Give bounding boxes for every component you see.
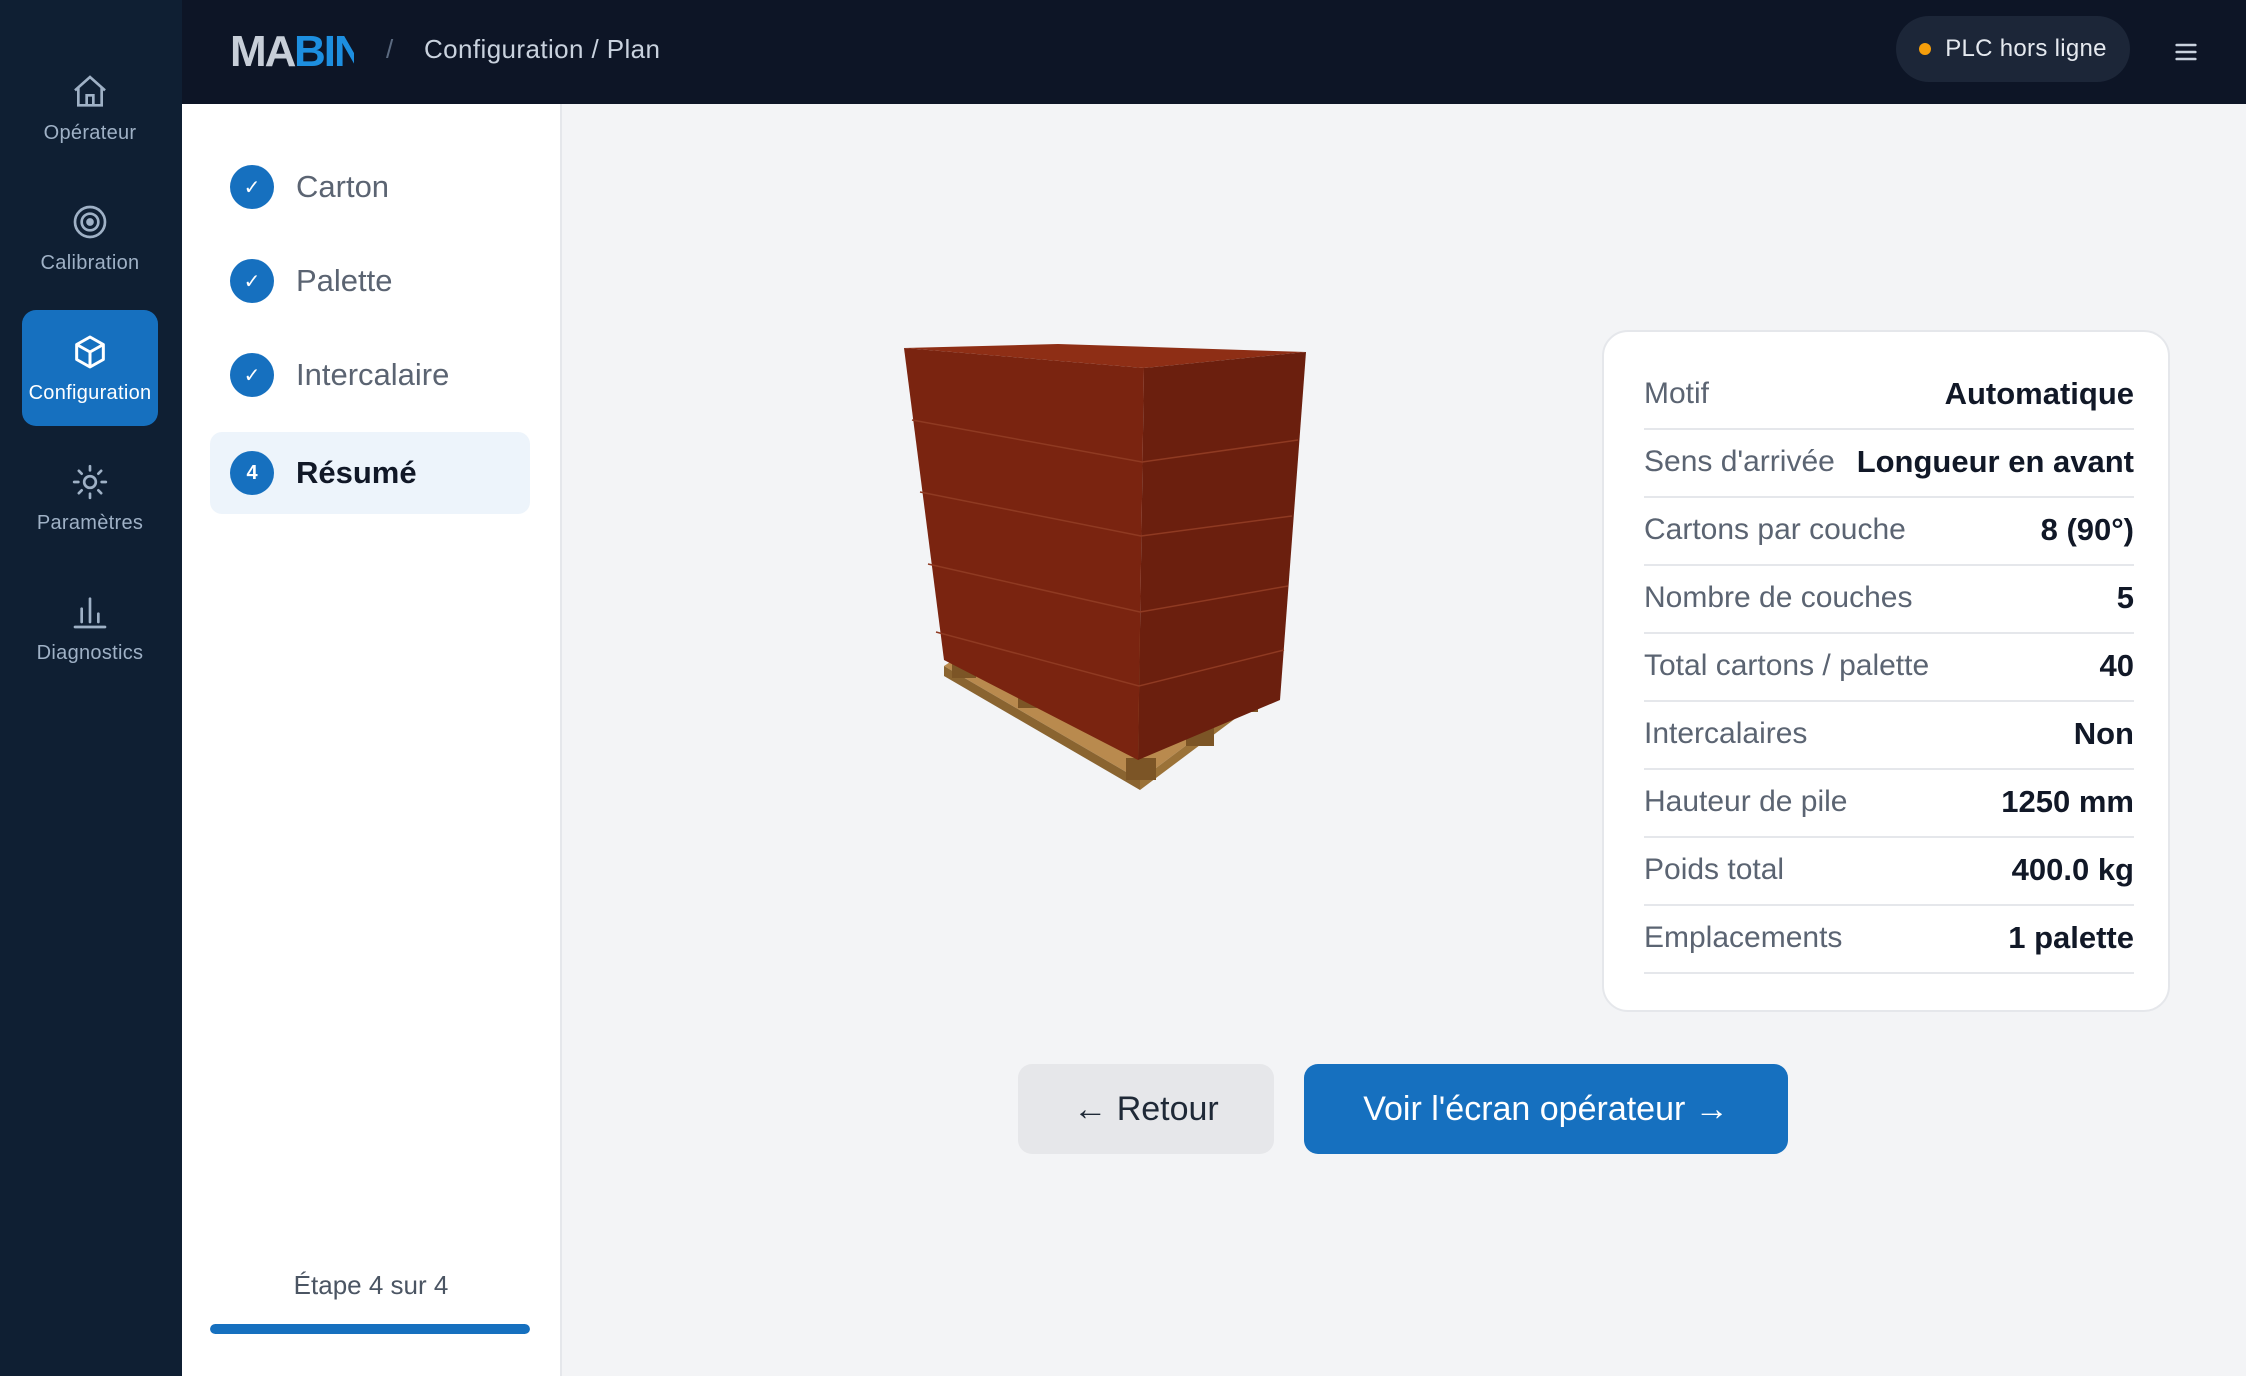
summary-key: Cartons par couche <box>1644 513 1906 546</box>
breadcrumb-separator: / <box>386 34 394 64</box>
progress-bar <box>210 1324 530 1334</box>
summary-value: 400.0 kg <box>2011 852 2134 887</box>
check-icon: ✓ <box>230 353 274 397</box>
summary-row: Motif Automatique <box>1644 360 2134 430</box>
nav-item-operateur[interactable]: Opérateur <box>22 50 158 166</box>
nav-label: Calibration <box>40 251 140 274</box>
nav-item-calibration[interactable]: Calibration <box>22 180 158 296</box>
summary-key: Emplacements <box>1644 921 1843 954</box>
gear-icon <box>72 464 108 499</box>
step-counter: Étape 4 sur 4 <box>293 1270 449 1300</box>
summary-key: Poids total <box>1644 853 1785 886</box>
plc-status-badge[interactable]: PLC hors ligne <box>1896 16 2130 82</box>
step-resume[interactable]: 4 Résumé <box>210 432 530 514</box>
progress-fill <box>210 1324 530 1334</box>
summary-row: Emplacements 1 palette <box>1644 904 2134 974</box>
summary-value: Non <box>2073 716 2134 751</box>
step-label: Intercalaire <box>296 357 450 392</box>
back-button[interactable]: ← Retour <box>1018 1064 1274 1154</box>
cube-icon <box>75 335 105 368</box>
nav-item-parametres[interactable]: Paramètres <box>22 440 158 556</box>
summary-key: Intercalaires <box>1644 717 1808 750</box>
plc-status-label: PLC hors ligne <box>1945 35 2107 62</box>
summary-key: Nombre de couches <box>1644 581 1913 614</box>
summary-row: Nombre de couches 5 <box>1644 564 2134 634</box>
step-palette[interactable]: ✓ Palette <box>210 240 530 322</box>
svg-text:MA: MA <box>230 27 296 74</box>
target-icon <box>73 205 107 238</box>
svg-text:BIN: BIN <box>294 27 354 74</box>
summary-row: Hauteur de pile 1250 mm <box>1644 768 2134 838</box>
hamburger-menu-icon[interactable] <box>2172 38 2200 66</box>
check-icon: ✓ <box>230 259 274 303</box>
status-dot <box>1919 43 1932 55</box>
mabin-logo: MA BIN <box>230 27 354 74</box>
operator-screen-button[interactable]: Voir l'écran opérateur → <box>1304 1064 1788 1154</box>
summary-value: 1 palette <box>2008 920 2134 955</box>
nav-label: Paramètres <box>36 511 144 534</box>
home-icon <box>74 74 106 107</box>
summary-key: Sens d'arrivée <box>1644 445 1835 478</box>
summary-value: Longueur en avant <box>1856 444 2134 479</box>
pallet-3d-preview <box>904 344 1306 790</box>
summary-value: 5 <box>2116 580 2134 615</box>
side-nav: Opérateur Calibration Configuration Para… <box>0 0 182 1376</box>
stack-front-face <box>904 348 1144 760</box>
step-label: Résumé <box>296 455 417 490</box>
summary-row: Total cartons / palette 40 <box>1644 632 2134 702</box>
step-label: Palette <box>296 263 393 298</box>
summary-row: Cartons par couche 8 (90°) <box>1644 496 2134 566</box>
summary-row: Poids total 400.0 kg <box>1644 836 2134 906</box>
summary-value: 40 <box>2099 648 2134 683</box>
nav-item-diagnostics[interactable]: Diagnostics <box>22 570 158 686</box>
wizard-steps: ✓ Carton ✓ Palette ✓ Intercalaire 4 Résu… <box>182 104 562 1376</box>
summary-value: 1250 mm <box>2001 784 2134 819</box>
nav-label: Opérateur <box>43 121 137 144</box>
nav-item-configuration[interactable]: Configuration <box>22 310 158 426</box>
breadcrumb[interactable]: Configuration / Plan <box>424 34 660 65</box>
summary-row: Intercalaires Non <box>1644 700 2134 770</box>
stack-side-face <box>1138 352 1306 760</box>
summary-key: Total cartons / palette <box>1644 649 1930 682</box>
step-label: Carton <box>296 169 390 204</box>
summary-key: Motif <box>1644 377 1710 410</box>
nav-label: Configuration <box>28 381 152 404</box>
summary-value: 8 (90°) <box>2040 512 2134 547</box>
nav-label: Diagnostics <box>36 641 144 664</box>
summary-key: Hauteur de pile <box>1644 785 1848 818</box>
check-icon: ✓ <box>230 165 274 209</box>
summary-value: Automatique <box>1944 376 2134 411</box>
bar-chart-icon <box>73 596 107 628</box>
step-carton[interactable]: ✓ Carton <box>210 146 530 228</box>
summary-row: Sens d'arrivée Longueur en avant <box>1644 428 2134 498</box>
step-intercalaire[interactable]: ✓ Intercalaire <box>210 334 530 416</box>
summary-card: Motif Automatique Sens d'arrivée Longueu… <box>1602 330 2170 1012</box>
top-bar: MA BIN / Configuration / Plan PLC hors l… <box>182 0 2246 104</box>
step-number-badge: 4 <box>230 451 274 495</box>
pallet-block <box>1126 758 1156 780</box>
